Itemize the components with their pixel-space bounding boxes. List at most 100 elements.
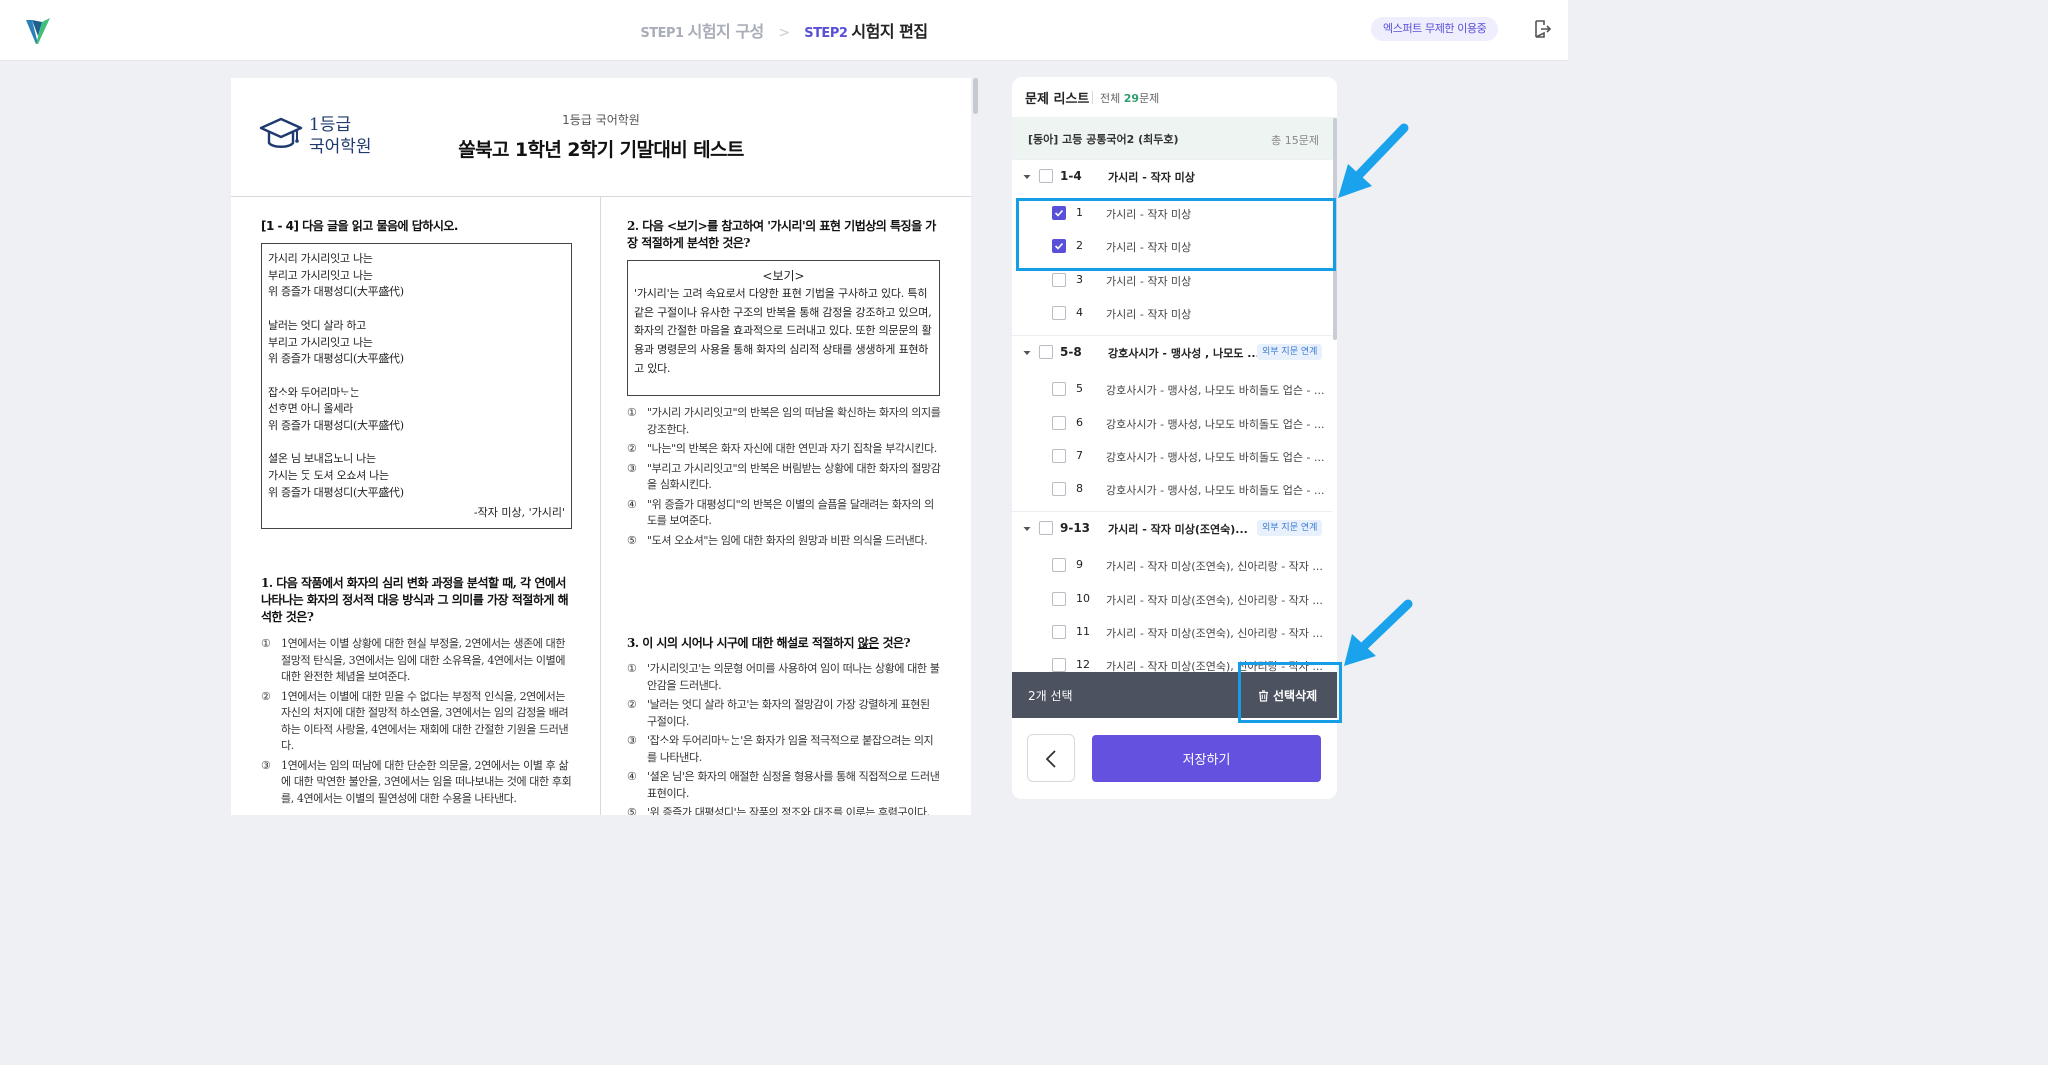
item-checkbox[interactable] xyxy=(1052,658,1066,672)
option-number: ① xyxy=(627,662,637,675)
question-group[interactable]: 5-8 강호사시가 - 맹사성 , 나모도 ... 외부 지문 연계 xyxy=(1012,335,1332,369)
step2[interactable]: STEP2 시험지 편집 xyxy=(804,22,928,41)
paper-title: 쏠북고 1학년 2학기 기말대비 테스트 xyxy=(458,139,744,161)
arrow-annotation-icon xyxy=(1338,123,1409,198)
answer-option[interactable]: ② '날러는 엇디 살라 하고'는 화자의 절망감이 가장 강렬하게 표현된 구절… xyxy=(627,697,941,730)
paper-scrollbar[interactable] xyxy=(973,78,978,114)
item-checkbox[interactable] xyxy=(1052,558,1066,573)
poem-line: 가시는 ᄃᆞᆺ 도셔 오쇼셔 나는 xyxy=(268,469,389,483)
item-checkbox[interactable] xyxy=(1052,591,1066,606)
chevron-down-icon[interactable] xyxy=(1022,173,1032,181)
option-text: '잡ᄉᆞ와 두어리마ᄂᆞᄂᆞᆫ'은 화자가 임을 적극적으로 붙잡으려는 의지를… xyxy=(647,734,934,764)
panel-separator xyxy=(1092,91,1093,104)
item-title: 강호사시가 - 맹사성, 나모도 바히돌도 업슨 - ... xyxy=(1106,450,1325,464)
item-title: 가시리 - 작자 미상 xyxy=(1106,274,1192,288)
option-number: ① xyxy=(627,406,637,419)
poem-line: 선ᄒᆞ면 아니 올세라 xyxy=(268,402,353,416)
panel-title: 문제 리스트 xyxy=(1025,92,1090,107)
save-button[interactable]: 저장하기 xyxy=(1092,735,1321,782)
question-1-options: ① 1연에서는 이별 상황에 대한 현실 부정을, 2연에서는 생존에 대한 절망… xyxy=(261,636,573,810)
answer-option[interactable]: ⑤ "도셔 오쇼셔"는 임에 대한 화자의 원망과 비판 의식을 드러낸다. xyxy=(627,533,941,550)
chevron-down-icon[interactable] xyxy=(1022,349,1032,357)
answer-option[interactable]: ③ "부리고 가시리잇고"의 반복은 버림받는 상황에 대한 화자의 절망감을 심… xyxy=(627,461,941,494)
item-checkbox[interactable] xyxy=(1052,305,1066,320)
answer-option[interactable]: ② 1연에서는 이별에 대한 믿을 수 없다는 부정적 인식을, 2연에서는 자신… xyxy=(261,689,573,755)
textbook-bar[interactable]: [동아] 고등 공통국어2 (최두호) 총 15문제 xyxy=(1012,117,1337,159)
panel-total: 전체 29문제 xyxy=(1100,90,1159,106)
poem-line: 잡ᄉᆞ와 두어리마ᄂᆞᄂᆞᆫ xyxy=(268,385,360,399)
poem-author: -작자 미상, '가시리' xyxy=(473,506,565,519)
question-item[interactable]: 4 가시리 - 작자 미상 xyxy=(1012,297,1332,330)
paper-subtitle: 1등급 국어학원 xyxy=(562,113,640,127)
question-3[interactable]: 3. 이 시의 시어나 시구에 대한 해설로 적절하지 않은 것은? xyxy=(627,635,943,652)
item-title: 가시리 - 작자 미상 xyxy=(1106,307,1192,321)
question-3-underlined: 않은 xyxy=(857,636,880,650)
answer-option[interactable]: ④ '셜온 님'은 화자의 애절한 심정을 형용사를 통해 직접적으로 드러낸 표… xyxy=(627,769,941,802)
option-number: ③ xyxy=(627,461,637,475)
external-passage-tag: 외부 지문 연계 xyxy=(1257,344,1323,361)
question-1[interactable]: 1. 다음 작품에서 화자의 심리 변화 과정을 분석할 때, 각 연에서 나타… xyxy=(261,575,577,626)
group-title: 강호사시가 - 맹사성 , 나모도 ... xyxy=(1108,347,1260,361)
answer-option[interactable]: ② "나는"의 반복은 화자 자신에 대한 연민과 자기 집착을 부각시킨다. xyxy=(627,441,941,458)
plan-badge[interactable]: 엑스퍼트 무제한 이용중 xyxy=(1371,17,1499,41)
option-text: "부리고 가시리잇고"의 반복은 버림받는 상황에 대한 화자의 절망감을 심화… xyxy=(647,461,941,492)
item-number: 12 xyxy=(1076,658,1090,672)
question-item[interactable]: 10 가시리 - 작자 미상(조연숙), 신아리랑 - 작자 ... xyxy=(1012,583,1332,616)
item-checkbox[interactable] xyxy=(1052,625,1066,639)
question-3-options: ① '가시리잇고'는 의문형 어미를 사용하여 임이 떠나는 상황에 대한 불안감… xyxy=(627,661,941,815)
step1[interactable]: STEP1 시험지 구성 xyxy=(640,22,768,41)
item-number: 7 xyxy=(1076,448,1083,462)
question-3-text: 3. 이 시의 시어나 시구에 대한 해설로 적절하지 xyxy=(627,636,858,650)
option-text: "도셔 오쇼셔"는 임에 대한 화자의 원망과 비판 의식을 드러낸다. xyxy=(647,533,928,547)
poem-line: 위 증즐가 대평성디(大平盛代) xyxy=(268,352,404,366)
exit-icon[interactable] xyxy=(1532,19,1552,39)
poem-line: 가시리 가시리잇고 나는 xyxy=(268,252,373,265)
passage-instruction: [1 - 4] 다음 글을 읽고 물음에 답하시오. xyxy=(261,219,458,233)
answer-option[interactable]: ① '가시리잇고'는 의문형 어미를 사용하여 임이 떠나는 상황에 대한 불안감… xyxy=(627,661,941,694)
question-group[interactable]: 1-4 가시리 - 작자 미상 xyxy=(1012,159,1332,193)
group-checkbox[interactable] xyxy=(1039,521,1053,536)
question-2[interactable]: 2. 다음 <보기>를 참고하여 '가시리'의 표현 기법상의 특징을 가장 적… xyxy=(627,218,943,252)
option-text: '셜온 님'은 화자의 애절한 심정을 형용사를 통해 직접적으로 드러낸 표현… xyxy=(647,770,940,800)
question-item[interactable]: 8 강호사시가 - 맹사성, 나모도 바히돌도 업슨 - ... xyxy=(1012,473,1332,506)
item-title: 강호사시가 - 맹사성, 나모도 바히돌도 업슨 - ... xyxy=(1106,484,1325,498)
question-item[interactable]: 5 강호사시가 - 맹사성, 나모도 바히돌도 업슨 - ... xyxy=(1012,373,1332,406)
answer-option[interactable]: ① "가시리 가시리잇고"의 반복은 임의 떠남을 확신하는 화자의 의지를 강조… xyxy=(627,405,941,438)
item-checkbox[interactable] xyxy=(1052,482,1066,497)
item-checkbox[interactable] xyxy=(1052,415,1066,430)
item-number: 6 xyxy=(1076,415,1083,429)
question-item[interactable]: 6 강호사시가 - 맹사성, 나모도 바히돌도 업슨 - ... xyxy=(1012,407,1332,440)
poem-line: 위 증즐가 대평성디(大平盛代) xyxy=(268,485,404,499)
item-number: 9 xyxy=(1076,558,1083,572)
chevron-down-icon[interactable] xyxy=(1022,525,1032,533)
item-number: 4 xyxy=(1076,305,1083,319)
step-indicator: STEP1 시험지 구성 > STEP2 시험지 편집 xyxy=(0,18,1568,42)
question-group[interactable]: 9-13 가시리 - 작자 미상(조연숙)... 외부 지문 연계 xyxy=(1012,511,1332,545)
item-title: 가시리 - 작자 미상(조연숙), 신아리랑 - 작자 ... xyxy=(1106,560,1323,574)
question-item[interactable]: 9 가시리 - 작자 미상(조연숙), 신아리랑 - 작자 ... xyxy=(1012,549,1332,582)
question-item[interactable]: 7 강호사시가 - 맹사성, 나모도 바히돌도 업슨 - ... xyxy=(1012,440,1332,473)
answer-option[interactable]: ⑤ '위 증즐가 대평성디'는 작품의 정조와 대조를 이루는 후렴구이다. xyxy=(627,805,941,815)
item-checkbox[interactable] xyxy=(1052,448,1066,463)
answer-option[interactable]: ③ '잡ᄉᆞ와 두어리마ᄂᆞᄂᆞᆫ'은 화자가 임을 적극적으로 붙잡으려는 의지… xyxy=(627,733,941,766)
group-title: 가시리 - 작자 미상(조연숙)... xyxy=(1108,523,1248,537)
poem-line: 부리고 가시리잇고 나는 xyxy=(268,335,373,349)
item-checkbox[interactable] xyxy=(1052,382,1066,397)
question-item[interactable]: 11 가시리 - 작자 미상(조연숙), 신아리랑 - 작자 ... xyxy=(1012,616,1332,649)
item-title: 가시리 - 작자 미상(조연숙), 신아리랑 - 작자 ... xyxy=(1106,593,1323,607)
item-title: 강호사시가 - 맹사성, 나모도 바히돌도 업슨 - ... xyxy=(1106,384,1325,398)
group-checkbox[interactable] xyxy=(1039,169,1053,183)
option-text: "위 증즐가 대평성디"의 반복은 이별의 슬픔을 달래려는 화자의 의도를 보… xyxy=(647,497,934,528)
poem-line: 위 증즐가 대평성디(大平盛代) xyxy=(268,285,404,299)
back-button[interactable] xyxy=(1027,734,1075,782)
group-checkbox[interactable] xyxy=(1039,345,1053,360)
total-label: 전체 xyxy=(1100,92,1121,105)
stanza-gap xyxy=(268,368,571,385)
answer-option[interactable]: ① 1연에서는 이별 상황에 대한 현실 부정을, 2연에서는 생존에 대한 절망… xyxy=(261,636,573,686)
answer-option[interactable]: ④ "위 증즐가 대평성디"의 반복은 이별의 슬픔을 달래려는 화자의 의도를 … xyxy=(627,497,941,530)
top-header: STEP1 시험지 구성 > STEP2 시험지 편집 엑스퍼트 무제한 이용중 xyxy=(0,0,1568,61)
total-count: 29 xyxy=(1123,92,1140,105)
textbook-count: 총 15문제 xyxy=(1271,134,1319,147)
item-checkbox[interactable] xyxy=(1052,272,1066,287)
answer-option[interactable]: ③ 1연에서는 임의 떠남에 대한 단순한 의문을, 2연에서는 이별 후 삶에 … xyxy=(261,758,573,808)
